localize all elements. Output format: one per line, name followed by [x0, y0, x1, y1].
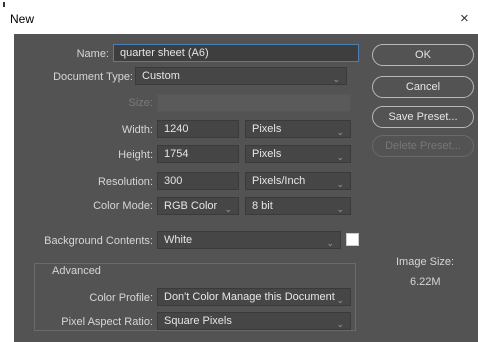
chevron-down-icon: ⌄	[336, 319, 344, 329]
advanced-label: Advanced	[50, 265, 103, 277]
pixel-aspect-ratio-value: Square Pixels	[164, 315, 232, 327]
chevron-down-icon: ⌄	[224, 204, 232, 214]
document-type-dropdown[interactable]: Custom ⌄	[135, 67, 347, 85]
close-icon[interactable]: ×	[460, 10, 469, 27]
color-profile-dropdown[interactable]: Don't Color Manage this Document ⌄	[157, 288, 351, 306]
name-input[interactable]: quarter sheet (A6)	[113, 44, 359, 62]
delete-preset-button: Delete Preset...	[372, 135, 474, 157]
size-dropdown	[157, 94, 351, 112]
width-label: Width:	[121, 124, 153, 136]
size-label: Size:	[128, 97, 153, 109]
image-size-value: 6.22M	[410, 276, 441, 288]
width-unit-dropdown[interactable]: Pixels ⌄	[245, 120, 351, 138]
color-profile-value: Don't Color Manage this Document	[164, 291, 335, 303]
save-preset-button[interactable]: Save Preset...	[372, 106, 474, 128]
resolution-input[interactable]: 300	[157, 172, 239, 190]
chevron-down-icon: ⌄	[336, 295, 344, 305]
color-mode-value: RGB Color	[164, 200, 218, 212]
chevron-down-icon: ⌄	[336, 127, 344, 137]
title-bar: New ×	[0, 0, 478, 34]
resolution-unit-dropdown[interactable]: Pixels/Inch ⌄	[245, 172, 351, 190]
color-profile-label: Color Profile:	[89, 292, 153, 304]
color-mode-label: Color Mode:	[93, 200, 153, 212]
height-unit-dropdown[interactable]: Pixels ⌄	[245, 145, 351, 163]
ok-button[interactable]: OK	[372, 44, 474, 66]
height-input[interactable]: 1754	[157, 145, 239, 163]
chevron-down-icon: ⌄	[332, 74, 340, 84]
width-unit-value: Pixels	[252, 123, 282, 135]
background-color-swatch[interactable]	[346, 233, 359, 246]
color-mode-dropdown[interactable]: RGB Color ⌄	[157, 197, 239, 215]
pixel-aspect-ratio-label: Pixel Aspect Ratio:	[61, 316, 153, 328]
resolution-unit-value: Pixels/Inch	[252, 175, 306, 187]
pixel-aspect-ratio-dropdown[interactable]: Square Pixels ⌄	[157, 312, 351, 330]
document-type-value: Custom	[142, 70, 180, 82]
corner-mark	[3, 2, 5, 7]
name-label: Name:	[76, 48, 109, 60]
resolution-label: Resolution:	[97, 176, 153, 188]
document-type-label: Document Type:	[53, 71, 133, 83]
height-unit-value: Pixels	[252, 148, 282, 160]
bit-depth-dropdown[interactable]: 8 bit ⌄	[245, 197, 351, 215]
chevron-down-icon: ⌄	[326, 238, 334, 248]
height-label: Height:	[118, 149, 153, 161]
width-input[interactable]: 1240	[157, 120, 239, 138]
background-contents-label: Background Contents:	[44, 235, 153, 247]
window-title: New	[10, 12, 35, 26]
chevron-down-icon: ⌄	[336, 204, 344, 214]
chevron-down-icon: ⌄	[336, 179, 344, 189]
background-contents-value: White	[164, 234, 193, 246]
chevron-down-icon: ⌄	[336, 152, 344, 162]
cancel-button[interactable]: Cancel	[372, 76, 474, 98]
bit-depth-value: 8 bit	[252, 200, 273, 212]
background-contents-dropdown[interactable]: White ⌄	[157, 231, 341, 249]
image-size-label: Image Size:	[396, 256, 455, 268]
